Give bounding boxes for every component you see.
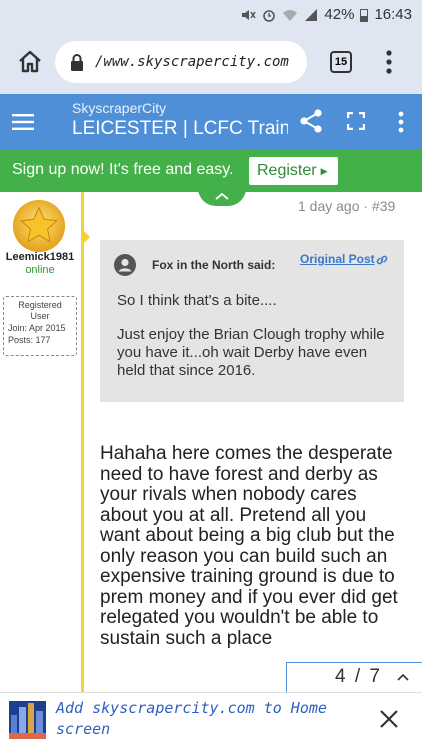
chevron-up-icon[interactable]	[397, 673, 409, 681]
register-label: Register	[257, 162, 317, 180]
page-navigator[interactable]: 4 / 7	[286, 662, 422, 692]
post-content: Leemick1981 online Registered User Join:…	[0, 192, 422, 692]
quote-block: Fox in the North said: Original Post So …	[100, 240, 404, 402]
post-body: Hahaha here comes the desperate need to …	[100, 443, 398, 649]
signal-icon	[305, 8, 318, 21]
timeline-line	[81, 192, 84, 692]
quote-text: So I think that's a bite.... Just enjoy …	[117, 292, 397, 396]
alarm-icon	[263, 9, 276, 22]
add-to-home-banner[interactable]: Add skyscrapercity.com to Home screen	[0, 692, 422, 750]
signup-text: Sign up now! It's free and easy.	[12, 161, 234, 178]
user-info-box: Registered User Join: Apr 2015 Posts: 17…	[3, 296, 77, 356]
thread-title: LEICESTER | LCFC Training Ground	[72, 118, 288, 139]
star-avatar-image	[13, 200, 65, 252]
url-text: /www.skyscrapercity.com	[95, 54, 289, 70]
lock-icon	[71, 54, 83, 71]
username[interactable]: Leemick1981	[5, 251, 75, 263]
user-join-date: Join: Apr 2015	[8, 323, 66, 333]
status-bar: 42% 16:43	[0, 0, 422, 30]
skyline-thumbnail-image	[9, 701, 46, 739]
register-button[interactable]: Register ▶	[249, 157, 338, 185]
share-icon[interactable]	[298, 108, 324, 134]
tab-switcher-button[interactable]: 15	[330, 51, 352, 73]
site-thumbnail	[9, 701, 46, 739]
signup-banner: Sign up now! It's free and easy. Registe…	[0, 150, 422, 192]
close-icon[interactable]	[378, 708, 400, 730]
quote-paragraph: Just enjoy the Brian Clough trophy while…	[117, 326, 385, 379]
avatar[interactable]	[13, 200, 65, 252]
home-icon[interactable]	[16, 48, 44, 76]
user-role-line2: User	[30, 311, 50, 321]
caret-right-icon: ▶	[320, 166, 328, 176]
site-name[interactable]: SkyscraperCity	[72, 100, 166, 116]
add-to-home-text[interactable]: Add skyscrapercity.com to Home screen	[56, 698, 336, 740]
browser-toolbar: /www.skyscrapercity.com 15	[0, 30, 422, 94]
link-icon[interactable]	[375, 253, 389, 267]
user-role-line1: Registered	[18, 300, 62, 310]
more-options-icon[interactable]	[397, 110, 405, 134]
wifi-icon	[283, 9, 298, 21]
original-post-link[interactable]: Original Post	[300, 252, 375, 266]
user-post-count: Posts: 177	[8, 335, 51, 345]
battery-percent: 42%	[324, 6, 355, 23]
page-indicator: 4 / 7	[335, 666, 382, 687]
online-status: online	[25, 264, 55, 276]
hamburger-menu-icon[interactable]	[12, 114, 34, 130]
quote-author: Fox in the North said:	[152, 258, 276, 272]
quote-paragraph: So I think that's a bite....	[117, 292, 277, 309]
mute-icon	[242, 9, 257, 20]
site-header: SkyscraperCity LEICESTER | LCFC Training…	[0, 94, 422, 150]
post-date[interactable]: 1 day ago · #39	[298, 198, 395, 214]
timeline-notch	[81, 228, 90, 246]
battery-icon	[360, 8, 369, 22]
browser-menu-icon[interactable]	[384, 48, 394, 76]
collapse-button[interactable]	[198, 192, 246, 206]
fullscreen-icon[interactable]	[347, 112, 365, 130]
chevron-up-icon	[215, 192, 229, 200]
clock: 16:43	[374, 6, 412, 23]
user-icon	[114, 254, 136, 276]
url-field[interactable]: /www.skyscrapercity.com	[55, 41, 307, 83]
